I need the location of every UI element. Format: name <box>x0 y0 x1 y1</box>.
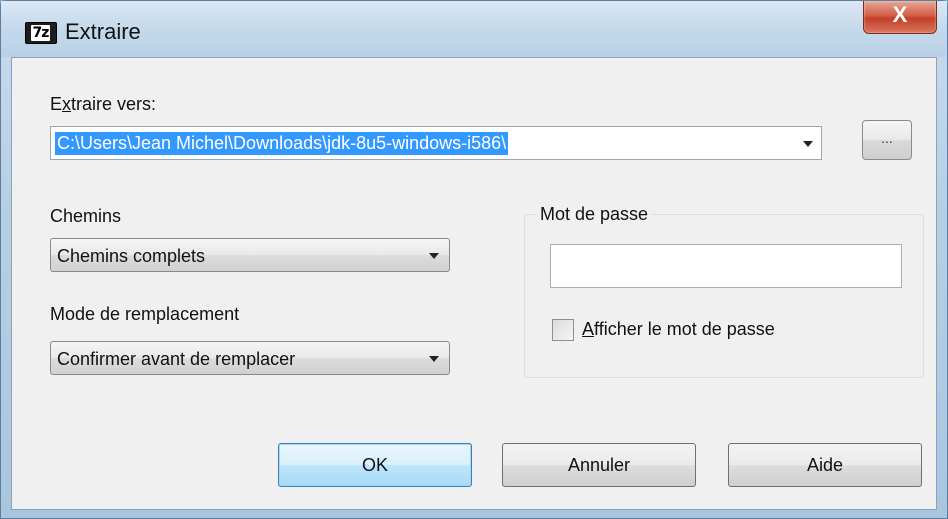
chevron-down-icon[interactable] <box>803 141 813 147</box>
paths-label: Chemins <box>50 206 122 226</box>
app-7zip-icon: 7z <box>25 22 57 44</box>
overwrite-mode-label: Mode de remplacement <box>50 304 240 324</box>
password-input[interactable] <box>550 244 902 288</box>
dialog-window: 7z Extraire X Extraire vers: C:\Users\Je… <box>0 0 948 519</box>
cancel-button[interactable]: Annuler <box>502 443 696 487</box>
help-button[interactable]: Aide <box>728 443 922 487</box>
extract-path-combobox[interactable]: C:\Users\Jean Michel\Downloads\jdk-8u5-w… <box>50 126 822 160</box>
extract-to-label: Extraire vers: <box>50 94 157 114</box>
show-password-label[interactable]: Afficher le mot de passe <box>582 319 775 340</box>
paths-selected-value: Chemins complets <box>57 246 206 266</box>
overwrite-mode-selected-value: Confirmer avant de remplacer <box>57 349 296 369</box>
paths-select[interactable]: Chemins complets <box>50 238 450 272</box>
password-groupbox <box>524 214 924 378</box>
overwrite-mode-select[interactable]: Confirmer avant de remplacer <box>50 341 450 375</box>
browse-button[interactable]: ... <box>862 120 912 160</box>
show-password-checkbox[interactable] <box>552 319 574 341</box>
dialog-client-area: Extraire vers: C:\Users\Jean Michel\Down… <box>11 57 937 510</box>
password-group-title: Mot de passe <box>536 204 653 225</box>
ok-button[interactable]: OK <box>278 443 472 487</box>
title-bar[interactable]: 7z Extraire X <box>1 1 947 57</box>
close-button[interactable]: X <box>863 1 937 34</box>
chevron-down-icon[interactable] <box>429 253 439 259</box>
window-title: Extraire <box>65 19 141 44</box>
extract-path-value[interactable]: C:\Users\Jean Michel\Downloads\jdk-8u5-w… <box>55 132 509 155</box>
chevron-down-icon[interactable] <box>429 356 439 362</box>
